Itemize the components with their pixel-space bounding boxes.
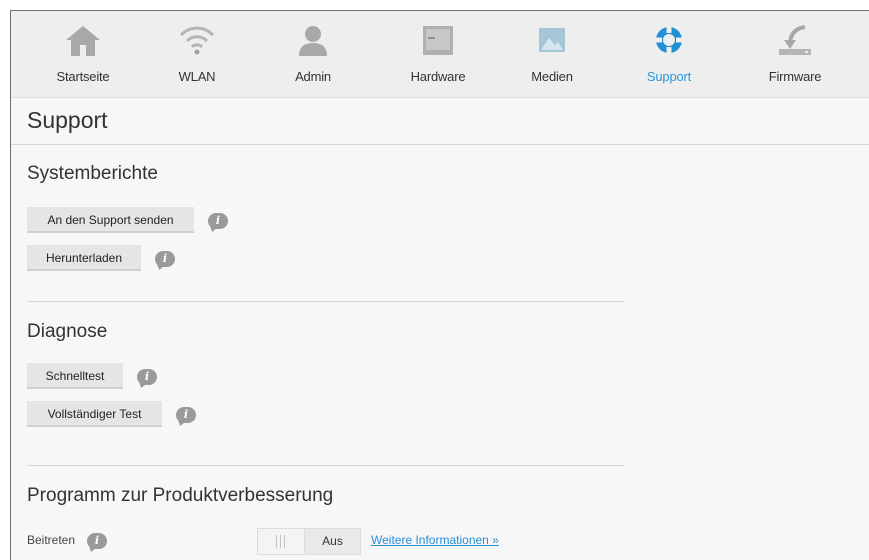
info-icon[interactable]: i (208, 213, 228, 229)
quick-test-button[interactable]: Schnelltest (27, 363, 123, 389)
diagnose-title: Diagnose (27, 321, 108, 342)
download-button[interactable]: Herunterladen (27, 245, 141, 271)
top-navigation: Startseite WLAN Admin Hardware Medien Su… (11, 11, 869, 98)
toggle-handle[interactable] (258, 529, 305, 554)
nav-label: Medien (531, 69, 573, 84)
info-icon[interactable]: i (87, 533, 107, 549)
nav-item-firmware[interactable]: Firmware (735, 11, 855, 97)
nav-item-admin[interactable]: Admin (253, 11, 373, 97)
info-icon[interactable]: i (176, 407, 196, 423)
nav-label: Admin (295, 69, 331, 84)
hardware-icon (423, 26, 453, 55)
support-lifebuoy-icon (655, 26, 683, 54)
section-divider (27, 465, 624, 466)
wifi-icon (179, 26, 215, 55)
toggle-state-label: Aus (322, 534, 343, 548)
nav-item-hardware[interactable]: Hardware (378, 11, 498, 97)
admin-user-icon (299, 26, 327, 56)
info-icon[interactable]: i (155, 251, 175, 267)
page-header: Support (11, 98, 869, 145)
nav-item-medien[interactable]: Medien (492, 11, 612, 97)
join-toggle[interactable]: Aus (257, 528, 361, 555)
send-to-support-button[interactable]: An den Support senden (27, 207, 194, 233)
nav-label: WLAN (178, 69, 216, 84)
product-improvement-title: Programm zur Produktverbesserung (27, 485, 334, 506)
media-image-icon (539, 28, 565, 52)
firmware-download-icon (779, 25, 811, 55)
home-icon (66, 26, 100, 56)
full-test-button[interactable]: Vollständiger Test (27, 401, 162, 427)
info-icon[interactable]: i (137, 369, 157, 385)
nav-label: Hardware (410, 69, 466, 84)
section-divider (27, 301, 624, 302)
more-info-link[interactable]: Weitere Informationen » (371, 533, 499, 547)
app-frame: Startseite WLAN Admin Hardware Medien Su… (10, 10, 869, 560)
page-title: Support (27, 107, 108, 133)
nav-item-support[interactable]: Support (609, 11, 729, 97)
nav-item-wlan[interactable]: WLAN (137, 11, 257, 97)
nav-label: Startseite (56, 69, 110, 84)
join-label: Beitreten (27, 533, 76, 547)
systemberichte-title: Systemberichte (27, 163, 158, 184)
nav-label: Firmware (768, 69, 822, 84)
nav-label: Support (646, 69, 692, 84)
nav-item-startseite[interactable]: Startseite (23, 11, 143, 97)
